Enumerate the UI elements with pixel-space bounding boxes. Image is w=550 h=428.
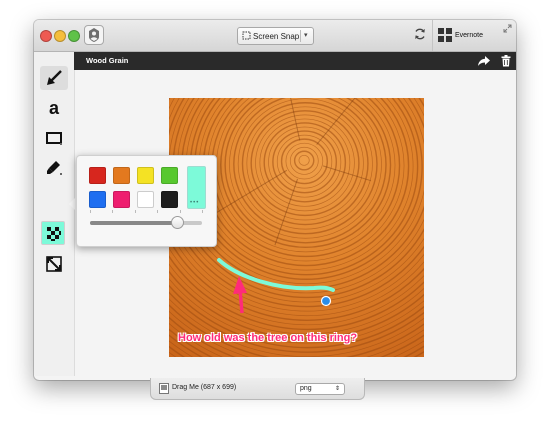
share-icon[interactable]	[477, 55, 491, 67]
color-swatch[interactable]	[89, 167, 106, 184]
size-tick	[202, 210, 203, 213]
slider-thumb[interactable]	[171, 216, 185, 229]
arrow-tool-button[interactable]	[40, 66, 68, 90]
size-tick	[157, 210, 159, 213]
text-tool-button[interactable]: a	[40, 96, 68, 120]
highlighter-icon	[47, 161, 62, 175]
color-swatch[interactable]	[113, 191, 130, 208]
capture-mode-select[interactable]: Screen Snap ▾	[237, 27, 314, 45]
size-tick	[112, 210, 114, 213]
color-picker-popover: •••	[76, 155, 217, 247]
svg-text:a: a	[49, 98, 60, 118]
rectangle-tool-icon	[46, 132, 62, 145]
pixelate-icon	[47, 227, 61, 241]
tool-palette: a	[34, 52, 75, 376]
chevron-down-icon: ▾	[304, 32, 308, 39]
screen-snap-icon	[242, 31, 251, 40]
highlighter-tool-button[interactable]	[40, 156, 68, 180]
format-select[interactable]: png ⇕	[295, 383, 345, 395]
text-tool-icon: a	[49, 98, 60, 118]
evernote-label[interactable]: Evernote	[455, 32, 483, 39]
format-value: png	[300, 385, 312, 392]
minimize-window-button[interactable]	[54, 30, 66, 42]
annotation-text[interactable]: How old was the tree on this ring?	[178, 332, 357, 344]
stroke-handle[interactable]	[320, 295, 332, 307]
document-toolbar: Wood Grain	[74, 52, 516, 70]
crop-tool-button[interactable]	[40, 252, 68, 276]
export-bar: Drag Me (687 x 699) png ⇕	[150, 378, 365, 400]
color-swatch[interactable]	[137, 191, 154, 208]
size-tick	[90, 210, 91, 213]
resize-crop-icon	[46, 256, 62, 272]
color-swatch[interactable]	[137, 167, 154, 184]
format-chevron-icon: ⇕	[334, 386, 340, 392]
user-icon	[89, 28, 99, 42]
color-swatch[interactable]	[113, 167, 130, 184]
capture-mode-label: Screen Snap	[253, 32, 300, 41]
drag-file-icon[interactable]	[159, 383, 169, 394]
selected-color-swatch[interactable]: •••	[187, 166, 206, 209]
sync-icon[interactable]	[414, 28, 426, 40]
color-swatch[interactable]	[161, 167, 178, 184]
arrow-tool-icon	[47, 70, 62, 85]
size-tick	[134, 210, 136, 213]
rectangle-tool-button[interactable]	[40, 126, 68, 150]
color-swatch[interactable]	[89, 191, 106, 208]
zoom-window-button[interactable]	[68, 30, 80, 42]
close-window-button[interactable]	[40, 30, 52, 42]
trash-icon[interactable]	[501, 55, 511, 67]
evernote-grid-icon[interactable]	[438, 28, 452, 42]
drag-me-label[interactable]: Drag Me (687 x 699)	[172, 384, 236, 391]
document-title: Wood Grain	[86, 56, 129, 65]
size-ticks	[90, 210, 206, 214]
stroke-size-slider[interactable]	[90, 216, 202, 229]
more-colors-icon: •••	[190, 200, 200, 206]
title-bar: Screen Snap ▾ Evernote	[34, 20, 516, 52]
slider-fill	[90, 221, 178, 225]
pixelate-tool-button[interactable]	[40, 222, 68, 246]
account-button[interactable]	[84, 25, 104, 45]
size-tick	[179, 210, 181, 213]
popover-arrow	[69, 197, 76, 211]
toolbar-separator	[432, 20, 433, 51]
select-divider	[300, 30, 301, 42]
color-swatch[interactable]	[161, 191, 178, 208]
app-window: Screen Snap ▾ Evernote a Wood Grain How …	[34, 20, 516, 380]
expand-window-icon[interactable]	[503, 24, 512, 33]
